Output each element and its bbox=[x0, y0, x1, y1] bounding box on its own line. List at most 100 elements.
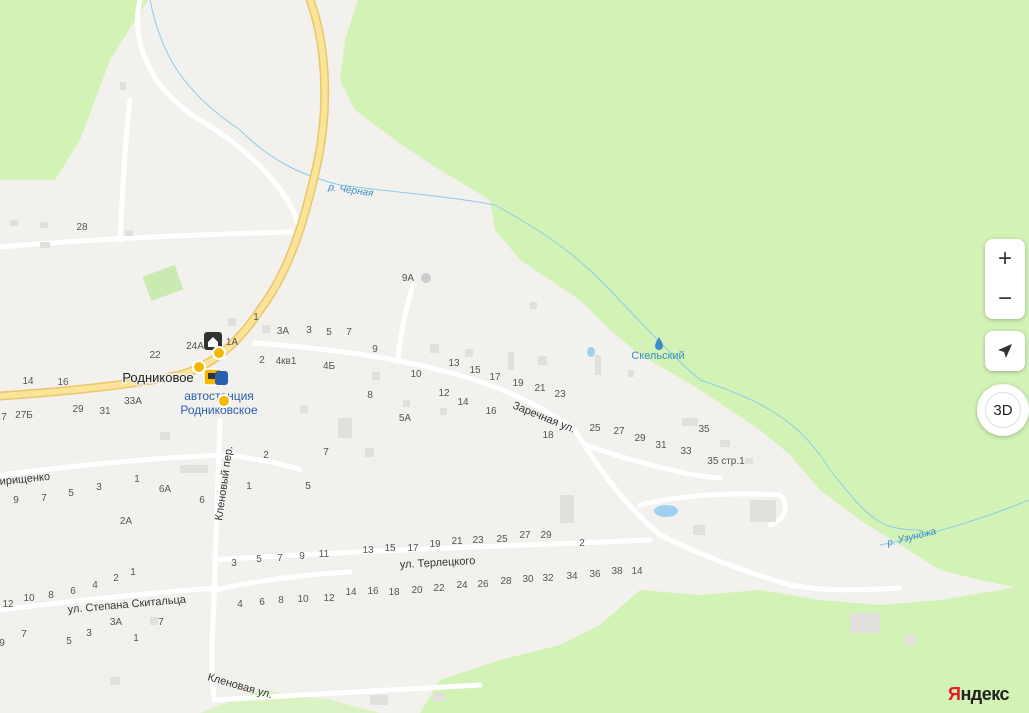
house-number: 28 bbox=[500, 576, 512, 587]
house-number: 25 bbox=[589, 423, 601, 434]
house-number: 38 bbox=[611, 566, 623, 577]
forest-area-southeast bbox=[420, 585, 1029, 713]
street-label-terletskogo: ул. Терлецкого bbox=[400, 555, 476, 571]
house-number: 3А bbox=[110, 617, 123, 628]
zoom-in-button[interactable]: + bbox=[985, 239, 1025, 279]
house-number: 9 bbox=[299, 551, 305, 562]
house-number: 36 bbox=[589, 569, 601, 580]
yandex-logo[interactable]: Яндекс bbox=[948, 684, 1010, 705]
pond-small bbox=[587, 347, 595, 357]
house-number: 29 bbox=[72, 404, 84, 415]
house-number: 19 bbox=[429, 539, 441, 550]
house-number: 2 bbox=[579, 538, 585, 549]
navigation-arrow-icon bbox=[998, 344, 1012, 358]
house-number: 30 bbox=[522, 574, 534, 585]
house-number: 5А bbox=[399, 413, 412, 424]
house-number: 16 bbox=[57, 377, 69, 388]
house-number: 3 bbox=[96, 482, 102, 493]
lake-label[interactable]: Скельский bbox=[631, 350, 684, 362]
house-number: 26 bbox=[477, 579, 489, 590]
bus-stop-badge[interactable] bbox=[215, 371, 228, 385]
house-number: 16 bbox=[485, 406, 497, 417]
house-number: 25 bbox=[496, 534, 508, 545]
house-number: 10 bbox=[297, 594, 309, 605]
forest-area-northeast bbox=[340, 0, 1029, 590]
house-number: 9А bbox=[402, 273, 415, 284]
house-number: 33 bbox=[680, 446, 692, 457]
3d-mode-button[interactable]: 3D bbox=[977, 384, 1029, 436]
house-number: 5 bbox=[326, 327, 332, 338]
house-number: 7 bbox=[41, 493, 47, 504]
poi-marker-gray[interactable] bbox=[421, 273, 431, 283]
house-number: 18 bbox=[388, 587, 400, 598]
house-number: 5 bbox=[305, 481, 311, 492]
house-number: 3 bbox=[86, 628, 92, 639]
house-number: 5 bbox=[68, 488, 74, 499]
settlement-label[interactable]: Родниковое bbox=[121, 369, 195, 387]
house-number: 13 bbox=[362, 545, 374, 556]
3d-mode-label: 3D bbox=[985, 392, 1021, 428]
house-number: 33А bbox=[124, 396, 142, 407]
house-number: 4кв1 bbox=[276, 356, 297, 367]
poi-marker-bus-1[interactable] bbox=[212, 346, 226, 360]
house-number: 8 bbox=[367, 390, 373, 401]
house-number: 14 bbox=[457, 397, 469, 408]
house-number: 31 bbox=[655, 440, 667, 451]
map-canvas[interactable]: 28 9А 1 3А 3 5 7 9 2 4кв1 4Б 22 24А 1А 1… bbox=[0, 0, 1029, 713]
house-number: 14 bbox=[631, 566, 643, 577]
house-number: 10 bbox=[410, 369, 422, 380]
street-labels: Заречная ул. ул. Терлецкого ул. Степана … bbox=[0, 400, 577, 702]
house-number: 8 bbox=[48, 590, 54, 601]
house-number: 17 bbox=[407, 543, 419, 554]
house-number: 2А bbox=[120, 516, 133, 527]
house-number: 7 bbox=[346, 327, 352, 338]
house-number: 2 bbox=[259, 355, 265, 366]
river-label-chernaya: р. Чёрная bbox=[327, 182, 375, 199]
house-number: 1А bbox=[226, 337, 239, 348]
house-number: 7 bbox=[1, 412, 7, 423]
zoom-out-button[interactable]: − bbox=[985, 279, 1025, 319]
house-number: 29 bbox=[634, 433, 646, 444]
house-number: 29 bbox=[540, 530, 552, 541]
house-number: 4 bbox=[237, 599, 243, 610]
house-number: 3 bbox=[306, 325, 312, 336]
house-number: 35 bbox=[698, 424, 710, 435]
house-number: 28 bbox=[76, 222, 88, 233]
pond-east bbox=[654, 505, 678, 517]
house-number: 27 bbox=[519, 530, 531, 541]
zoom-control: + − bbox=[985, 239, 1025, 319]
house-number: 20 bbox=[411, 585, 423, 596]
house-number: 34 bbox=[566, 571, 578, 582]
house-number: 21 bbox=[534, 383, 546, 394]
house-number: 15 bbox=[384, 543, 396, 554]
house-number: 22 bbox=[433, 583, 445, 594]
house-number: 10 bbox=[23, 593, 35, 604]
house-number: 9 bbox=[13, 495, 19, 506]
house-number: 3А bbox=[277, 326, 290, 337]
house-number: 18 bbox=[542, 430, 554, 441]
logo-text: ндекс bbox=[960, 684, 1010, 704]
house-number: 9 bbox=[0, 638, 5, 649]
geolocation-button[interactable] bbox=[985, 331, 1025, 371]
house-number: 17 bbox=[489, 372, 501, 383]
house-number: 35 стр.1 bbox=[707, 456, 745, 467]
house-number: 1 bbox=[246, 481, 252, 492]
house-number: 1 bbox=[133, 633, 139, 644]
house-number: 3 bbox=[231, 558, 237, 569]
house-number: 32 bbox=[542, 573, 554, 584]
house-number: 7 bbox=[323, 447, 329, 458]
poi-marker-bus-3[interactable] bbox=[217, 394, 231, 408]
house-number: 16 bbox=[367, 586, 379, 597]
house-number: 9 bbox=[372, 344, 378, 355]
house-number: 6 bbox=[259, 597, 265, 608]
house-number: 6А bbox=[159, 484, 172, 495]
house-number: 27 bbox=[613, 426, 625, 437]
house-number: 23 bbox=[472, 535, 484, 546]
house-number: 22 bbox=[149, 350, 161, 361]
house-number: 2 bbox=[113, 573, 119, 584]
poi-marker-bus-2[interactable] bbox=[192, 360, 206, 374]
house-number: 6 bbox=[70, 586, 76, 597]
house-number: 14 bbox=[22, 376, 34, 387]
house-number: 12 bbox=[323, 593, 335, 604]
house-number: 1 bbox=[134, 474, 140, 485]
